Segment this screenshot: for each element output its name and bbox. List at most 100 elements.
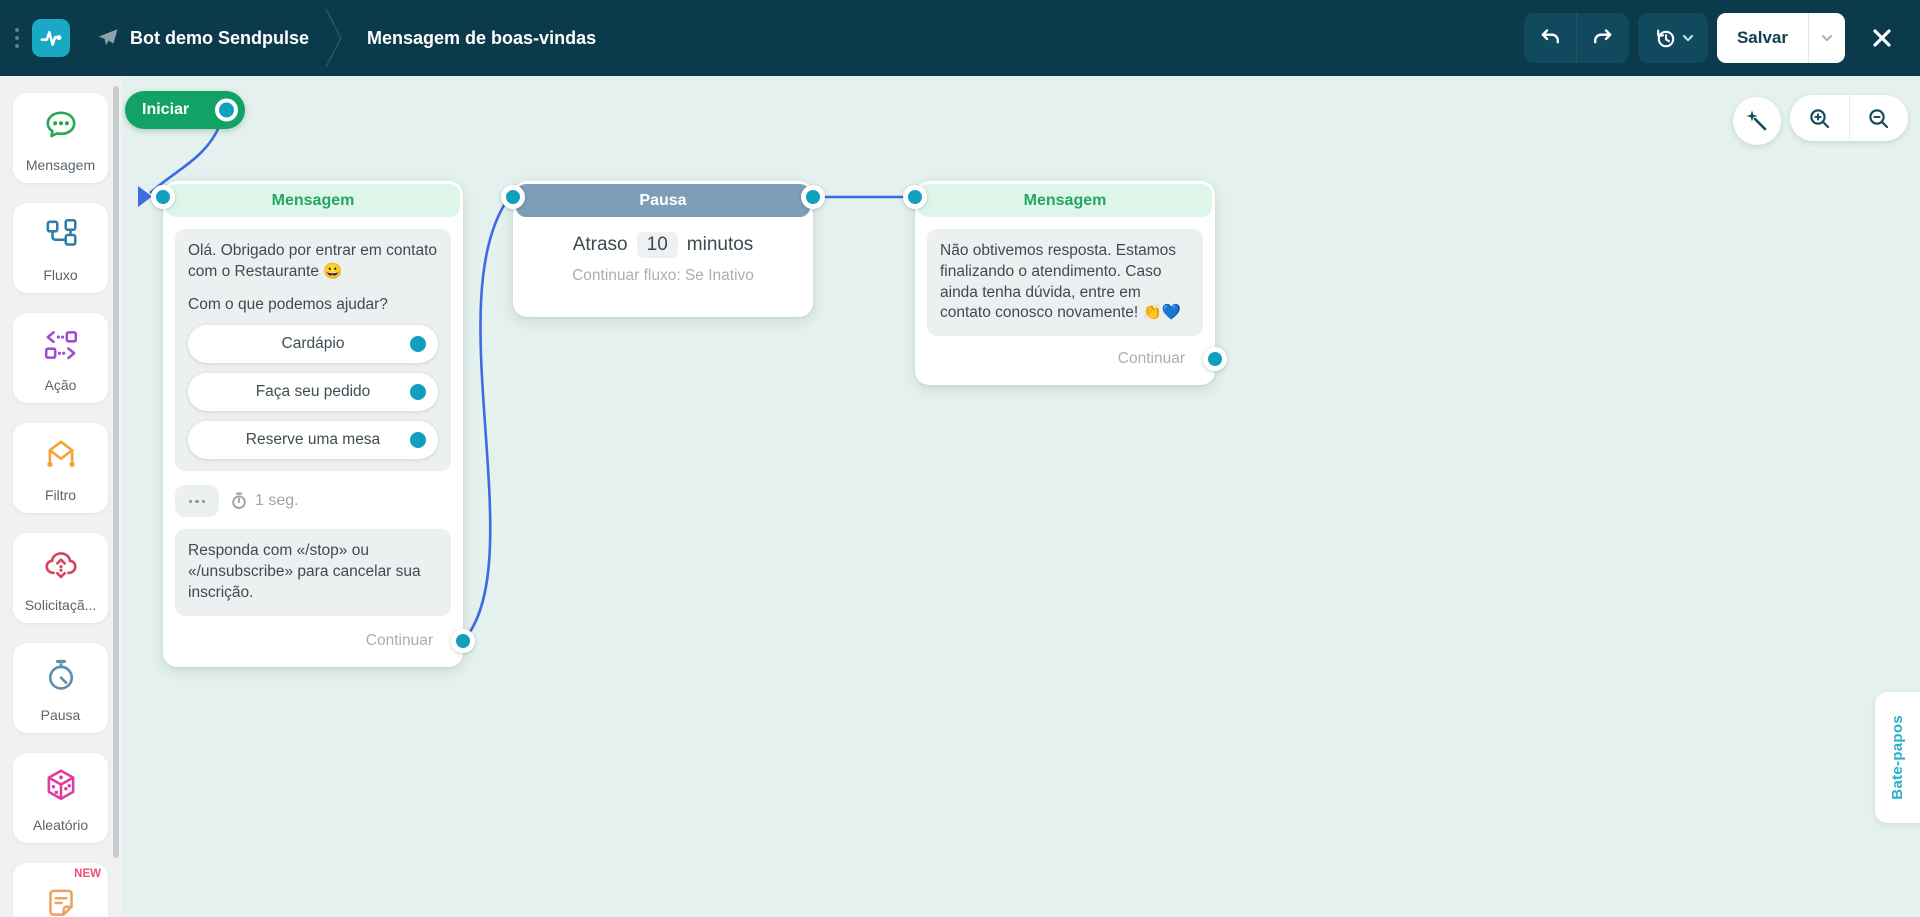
history-clock-icon bbox=[1657, 29, 1675, 48]
zoom-controls bbox=[1790, 95, 1908, 141]
zoom-out-button[interactable] bbox=[1849, 95, 1908, 141]
sidebar-scrollbar[interactable] bbox=[113, 86, 119, 858]
start-trigger-node[interactable]: Iniciar bbox=[125, 91, 245, 129]
redo-icon bbox=[1593, 29, 1612, 44]
node3-output-port[interactable] bbox=[1203, 347, 1227, 372]
close-button[interactable] bbox=[1860, 16, 1904, 60]
delay-value-field[interactable]: 10 bbox=[636, 232, 678, 258]
sidebar-item-acao[interactable]: Ação bbox=[13, 313, 108, 403]
telegram-plane-icon bbox=[98, 29, 118, 46]
node1-header[interactable]: Mensagem bbox=[166, 184, 460, 217]
save-button[interactable]: Salvar bbox=[1717, 28, 1808, 48]
undo-button[interactable] bbox=[1524, 13, 1576, 63]
history-button[interactable] bbox=[1637, 13, 1708, 63]
save-options-button[interactable] bbox=[1809, 13, 1845, 63]
pause-output-port[interactable] bbox=[801, 185, 825, 209]
chats-panel-tab[interactable]: Bate-papos bbox=[1875, 692, 1920, 823]
typing-delay: 1 seg. bbox=[230, 492, 299, 510]
message-bubble-icon bbox=[42, 93, 80, 157]
api-request-cloud-icon bbox=[42, 533, 80, 597]
start-label: Iniciar bbox=[142, 101, 190, 118]
magic-wand-icon bbox=[1746, 110, 1767, 131]
continue-label: Continuar bbox=[365, 631, 433, 649]
message-text: Não obtivemos resposta. Estamos finaliza… bbox=[940, 242, 1182, 322]
node3-input-port[interactable] bbox=[903, 185, 927, 209]
node-pause[interactable]: Pausa Atraso 10 minutos Continuar fluxo:… bbox=[501, 181, 825, 317]
message-text: Olá. Obrigado por entrar em contato com … bbox=[188, 242, 437, 280]
sidebar-item-pausa[interactable]: Pausa bbox=[13, 643, 108, 733]
node1-input-port[interactable] bbox=[151, 185, 175, 209]
pulse-line-icon bbox=[40, 30, 62, 46]
quick-reply-button[interactable]: Faça seu pedido bbox=[188, 373, 438, 412]
undo-redo-group bbox=[1523, 13, 1629, 63]
redo-button[interactable] bbox=[1577, 13, 1629, 63]
node3-continue-row: Continuar bbox=[927, 347, 1227, 372]
node1-message-bubble[interactable]: Olá. Obrigado por entrar em contato com … bbox=[175, 229, 451, 472]
button-output-port[interactable] bbox=[410, 336, 426, 353]
sidebar-item-mensagem[interactable]: Mensagem bbox=[13, 93, 108, 183]
sidebar-item-filtro[interactable]: Filtro bbox=[13, 423, 108, 513]
topbar: Bot demo Sendpulse Mensagem de boas-vind… bbox=[0, 0, 1920, 76]
button-output-port[interactable] bbox=[410, 432, 426, 449]
sidebar-item-new[interactable]: NEW bbox=[13, 863, 108, 917]
dice-icon bbox=[42, 753, 80, 817]
sidebar-item-label: Aleatório bbox=[32, 817, 89, 833]
node1-output-port[interactable] bbox=[451, 628, 475, 653]
button-label: Reserve uma mesa bbox=[245, 430, 381, 448]
button-label: Faça seu pedido bbox=[255, 382, 371, 400]
sidebar-item-solicitacao[interactable]: Solicitaçã... bbox=[13, 533, 108, 623]
elements-sidebar: Mensagem Fluxo Ação Filtro Solicitaçã...… bbox=[0, 76, 122, 917]
chevron-down-icon bbox=[1822, 34, 1832, 41]
message-text: Responda com «/stop» ou «/unsubscribe» p… bbox=[188, 542, 421, 601]
chats-tab-label: Bate-papos bbox=[1889, 715, 1906, 800]
topbar-actions: Salvar bbox=[1523, 13, 1904, 63]
sidebar-item-label: Mensagem bbox=[25, 157, 96, 173]
more-options-icon[interactable] bbox=[175, 485, 219, 518]
save-split-button: Salvar bbox=[1716, 13, 1845, 63]
node1-continue-row: Continuar bbox=[175, 628, 475, 653]
sidebar-item-label: Ação bbox=[44, 377, 77, 393]
flowchart-icon bbox=[42, 203, 80, 267]
button-output-port[interactable] bbox=[410, 384, 426, 401]
sidebar-item-label: Fluxo bbox=[43, 267, 78, 283]
breadcrumb-bot-name[interactable]: Bot demo Sendpulse bbox=[130, 28, 309, 49]
quick-reply-button[interactable]: Cardápio bbox=[188, 325, 438, 364]
sidebar-item-aleatorio[interactable]: Aleatório bbox=[13, 753, 108, 843]
button-label: Cardápio bbox=[281, 334, 345, 352]
close-icon bbox=[1873, 29, 1891, 47]
question-text: Com o que podemos ajudar? bbox=[188, 295, 388, 313]
flow-builder-screen: Bot demo Sendpulse Mensagem de boas-vind… bbox=[0, 0, 1920, 917]
node-message-1[interactable]: Mensagem Olá. Obrigado por entrar em con… bbox=[151, 181, 475, 667]
sidebar-item-label: Solicitaçã... bbox=[24, 597, 97, 613]
sendpulse-logo[interactable] bbox=[32, 19, 70, 57]
timer-icon bbox=[232, 492, 246, 510]
breadcrumb-flow-name: Mensagem de boas-vindas bbox=[367, 27, 597, 48]
flow-canvas[interactable]: Iniciar Mensagem Olá. Obrigado por entra… bbox=[122, 76, 1920, 917]
node1-message-bubble-2[interactable]: Responda com «/stop» ou «/unsubscribe» p… bbox=[175, 529, 451, 616]
sidebar-item-fluxo[interactable]: Fluxo bbox=[13, 203, 108, 293]
node-message-2[interactable]: Mensagem Não obtivemos resposta. Estamos… bbox=[903, 181, 1227, 386]
continue-label: Continuar bbox=[1117, 350, 1185, 368]
stopwatch-icon bbox=[42, 643, 80, 707]
delay-prefix: Atraso bbox=[572, 234, 628, 255]
pause-header[interactable]: Pausa bbox=[516, 184, 810, 217]
start-output-port[interactable] bbox=[215, 98, 238, 122]
undo-icon bbox=[1541, 29, 1559, 44]
pause-condition: Continuar fluxo: Se Inativo bbox=[572, 267, 754, 284]
zoom-in-icon bbox=[1810, 108, 1829, 128]
delay-unit: minutos bbox=[686, 234, 754, 255]
pause-delay-row: Atraso 10 minutos bbox=[513, 232, 813, 258]
node3-message-bubble[interactable]: Não obtivemos resposta. Estamos finaliza… bbox=[927, 229, 1203, 337]
pause-input-port[interactable] bbox=[501, 185, 525, 209]
node1-delay-row: 1 seg. bbox=[175, 485, 451, 518]
auto-arrange-button[interactable] bbox=[1733, 97, 1781, 145]
breadcrumb-chevron-icon bbox=[325, 8, 342, 68]
action-icon bbox=[42, 313, 80, 377]
sidebar-item-label: Pausa bbox=[40, 707, 81, 723]
zoom-in-button[interactable] bbox=[1790, 95, 1849, 141]
kebab-menu-icon[interactable] bbox=[8, 18, 26, 58]
zoom-out-icon bbox=[1869, 108, 1889, 128]
quick-reply-button[interactable]: Reserve uma mesa bbox=[188, 421, 438, 460]
node3-header[interactable]: Mensagem bbox=[918, 184, 1212, 217]
chevron-down-icon bbox=[1682, 34, 1693, 41]
